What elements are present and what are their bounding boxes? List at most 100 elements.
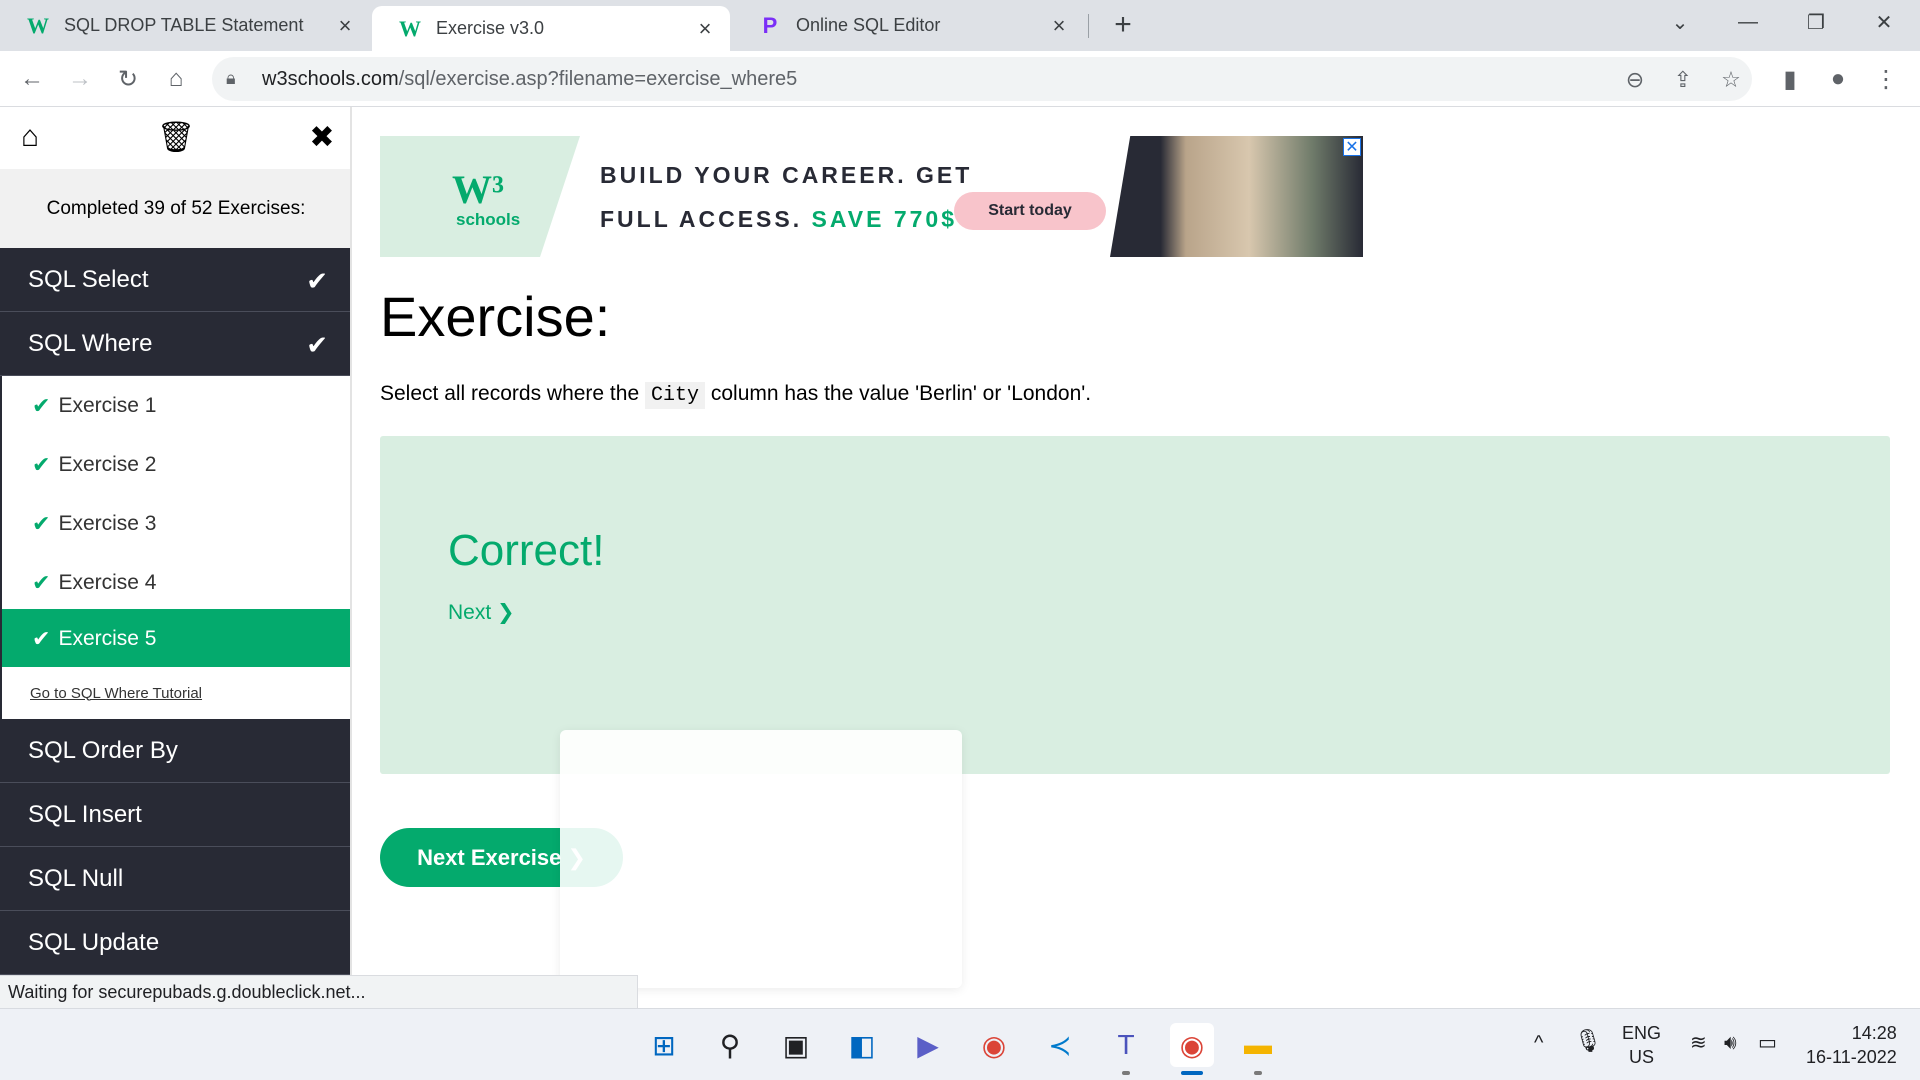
ad-start-today-button[interactable]: Start today [954,192,1106,230]
forward-icon[interactable]: → [62,61,98,97]
zoom-icon[interactable]: ⊖ [1622,67,1648,93]
check-icon: ✔ [32,451,51,477]
exercise-label: Exercise 3 [58,511,157,535]
page-title: Exercise: [380,285,611,348]
ad-headline-1: BUILD YOUR CAREER. GET [600,162,973,188]
chrome-active-icon[interactable]: ◉ [1170,1023,1214,1067]
windows-start-icon[interactable]: ⊞ [642,1023,686,1067]
check-icon: ✔ [32,569,51,595]
category-sql-update[interactable]: SQL Update [0,911,350,975]
category-sql-select[interactable]: SQL Select ✔ [0,248,350,312]
w3schools-icon: W [27,12,49,38]
exercise-label: Exercise 4 [58,570,157,594]
close-icon[interactable]: × [694,16,716,41]
microphone-muted-icon[interactable]: 🎙︎ [1574,1029,1602,1053]
new-tab-button[interactable]: + [1108,8,1138,41]
exercise-prompt: Select all records where the City column… [380,382,1092,409]
active-indicator [1181,1071,1203,1075]
reload-icon[interactable]: ↻ [110,61,146,97]
check-icon: ✔ [32,625,51,651]
clock-time: 14:28 [1851,1023,1897,1043]
url-text: w3schools.com/sql/exercise.asp?filename=… [262,68,798,90]
programiz-icon: P [762,12,778,38]
tab-search-icon[interactable]: ⌄ [1650,0,1710,44]
lock-icon: 🔒︎ [226,68,236,88]
minimize-icon[interactable]: — [1718,0,1778,44]
browser-toolbar: ← → ↻ ⌂ 🔒︎ w3schools.com/sql/exercise.as… [0,51,1920,107]
windows-taskbar: ⊞ ⚲ ▣ ◧ ▶ ◉ ≺ T ◉ ▬ ^ 🎙︎ ENG US ≋ 🔊︎ ▭ 1… [0,1008,1920,1080]
result-next-link[interactable]: Next ❯ [448,600,515,625]
menu-kebab-icon[interactable]: ⋮ [1868,61,1904,97]
exercise-label: Exercise 2 [58,452,157,476]
w3schools-icon: W [399,15,421,41]
tray-chevron-icon[interactable]: ^ [1534,1031,1543,1055]
browser-tab-strip: W SQL DROP TABLE Statement × W Exercise … [0,0,1920,51]
side-panel-icon[interactable]: ▮ [1772,61,1808,97]
category-sql-order-by[interactable]: SQL Order By [0,719,350,783]
search-icon[interactable]: ⚲ [708,1023,752,1067]
code-city: City [644,382,705,409]
wifi-icon[interactable]: ≋ [1690,1031,1707,1055]
tab-title: Exercise v3.0 [436,18,545,38]
tab-sql-drop-table[interactable]: W SQL DROP TABLE Statement × [0,0,370,51]
category-label: SQL Null [28,864,124,892]
exercise-item-5[interactable]: ✔ Exercise 5 [0,609,350,668]
ad-placeholder [560,730,962,988]
ad-close-icon[interactable]: ✕ [1343,138,1361,156]
close-icon[interactable]: × [1048,13,1070,38]
teams-chat-icon[interactable]: ▶ [906,1023,950,1067]
battery-icon[interactable]: ▭ [1758,1031,1777,1055]
check-icon: ✔ [306,330,328,360]
close-icon[interactable]: × [334,13,356,38]
bookmark-star-icon[interactable]: ☆ [1718,67,1744,93]
trash-icon[interactable]: 🗑︎ [157,119,195,155]
category-sql-where[interactable]: SQL Where ✔ [0,312,350,376]
running-indicator [1122,1071,1130,1075]
browser-status-bar: Waiting for securepubads.g.doubleclick.n… [0,975,638,1008]
address-bar[interactable]: 🔒︎ w3schools.com/sql/exercise.asp?filena… [212,57,1752,101]
chrome-icon[interactable]: ◉ [972,1023,1016,1067]
exercise-item-4[interactable]: ✔ Exercise 4 [0,553,350,612]
tab-title: SQL DROP TABLE Statement [64,15,304,35]
ad-banner[interactable]: W³ schools BUILD YOUR CAREER. GET FULL A… [380,136,1363,257]
widgets-icon[interactable]: ◧ [840,1023,884,1067]
volume-icon[interactable]: 🔊︎ [1724,1031,1737,1055]
category-label: SQL Where [28,329,153,357]
close-icon[interactable]: ✖ [304,119,340,155]
home-icon[interactable]: ⌂ [158,61,194,97]
task-view-icon[interactable]: ▣ [774,1023,818,1067]
tutorial-link[interactable]: Go to SQL Where Tutorial [0,667,350,719]
clock[interactable]: 14:28 16-11-2022 [1806,1021,1897,1069]
ad-photo [1110,136,1363,257]
exercise-item-1[interactable]: ✔ Exercise 1 [0,376,350,435]
completed-counter: Completed 39 of 52 Exercises: [0,169,350,248]
vscode-icon[interactable]: ≺ [1038,1023,1082,1067]
clock-date: 16-11-2022 [1806,1047,1897,1067]
category-label: SQL Update [28,928,160,956]
exercise-label: Exercise 5 [58,626,157,650]
w3schools-logo-icon: W³ [452,167,504,212]
teams-icon[interactable]: T [1104,1023,1148,1067]
exercise-item-2[interactable]: ✔ Exercise 2 [0,435,350,494]
exercise-item-3[interactable]: ✔ Exercise 3 [0,494,350,553]
file-explorer-icon[interactable]: ▬ [1236,1023,1280,1067]
exercise-sidebar: ⌂ 🗑︎ ✖ Completed 39 of 52 Exercises: SQL… [0,107,352,1008]
home-icon[interactable]: ⌂ [12,119,48,155]
restore-icon[interactable]: ❐ [1786,0,1846,44]
result-panel: Correct! Next ❯ [380,436,1890,774]
back-icon[interactable]: ← [14,61,50,97]
language-indicator[interactable]: ENG US [1622,1021,1661,1069]
check-icon: ✔ [32,392,51,418]
tab-exercise[interactable]: W Exercise v3.0 × [372,6,730,51]
category-sql-null[interactable]: SQL Null [0,847,350,911]
sidebar-toolbar: ⌂ 🗑︎ ✖ [0,107,350,169]
share-icon[interactable]: ⇪ [1670,67,1696,93]
ad-logo-text: schools [456,210,521,229]
tab-online-sql-editor[interactable]: P Online SQL Editor × [732,0,1084,51]
profile-avatar-icon[interactable]: ● [1820,61,1856,97]
running-indicator [1254,1071,1262,1075]
tab-divider [1088,14,1089,38]
tab-title: Online SQL Editor [796,15,941,35]
category-sql-insert[interactable]: SQL Insert [0,783,350,847]
window-close-icon[interactable]: ✕ [1854,0,1914,44]
